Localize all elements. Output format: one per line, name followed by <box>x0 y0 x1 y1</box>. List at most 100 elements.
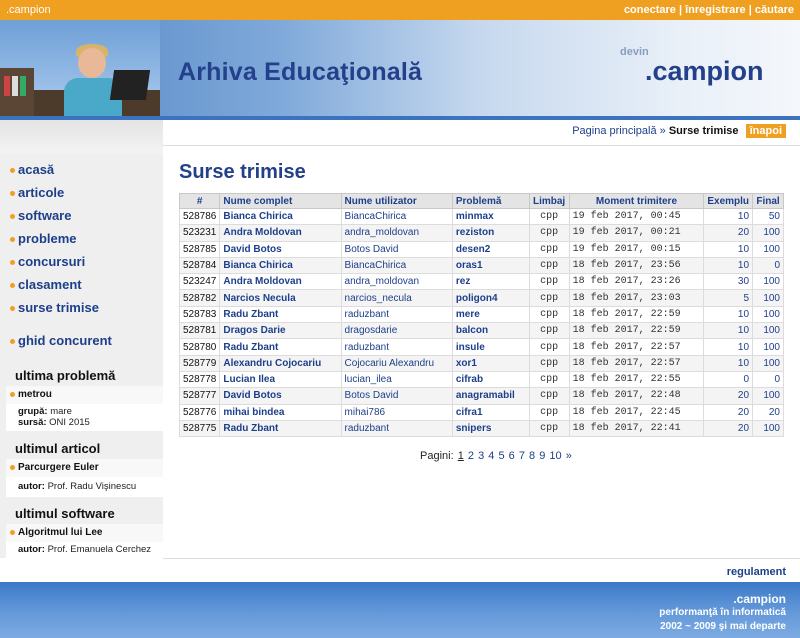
cell-full-name[interactable]: Radu Zbant <box>219 419 342 438</box>
cell-full-name[interactable]: Andra Moldovan <box>219 273 342 291</box>
cell-final-score[interactable]: 100 <box>752 322 784 340</box>
column-header[interactable]: Nume complet <box>219 193 342 209</box>
cell-problem[interactable]: cifrab <box>451 370 530 389</box>
next-page-link[interactable]: » <box>566 450 572 462</box>
cell-final-score[interactable]: 100 <box>752 338 784 356</box>
cell-problem[interactable]: desen2 <box>451 240 530 258</box>
cell-username[interactable]: mihai786 <box>340 403 453 421</box>
page-link[interactable]: 6 <box>509 450 515 462</box>
cell-example-score[interactable]: 20 <box>703 387 754 405</box>
cell-example-score[interactable]: 10 <box>703 305 754 324</box>
cell-problem[interactable]: cifra1 <box>451 403 530 421</box>
cell-final-score[interactable]: 20 <box>752 403 784 421</box>
cell-problem[interactable]: oras1 <box>451 256 530 275</box>
page-link[interactable]: 9 <box>539 450 545 462</box>
cell-full-name[interactable]: David Botos <box>219 387 342 405</box>
cell-example-score[interactable]: 10 <box>703 256 754 275</box>
sidebar-item-0[interactable]: acasă <box>0 159 163 181</box>
cell-username[interactable]: Cojocariu Alexandru <box>340 354 453 372</box>
page-link[interactable]: 2 <box>468 450 474 462</box>
last-problem-box[interactable]: metrou <box>6 386 163 404</box>
cell-full-name[interactable]: Narcios Necula <box>219 289 342 307</box>
cell-full-name[interactable]: Bianca Chirica <box>219 256 342 275</box>
cell-final-score[interactable]: 100 <box>752 289 784 307</box>
cell-username[interactable]: BiancaChirica <box>340 207 453 226</box>
last-article-box[interactable]: Parcurgere Euler <box>6 459 163 477</box>
cell-example-score[interactable]: 0 <box>703 370 754 389</box>
cell-problem[interactable]: rez <box>451 273 530 291</box>
cell-full-name[interactable]: Andra Moldovan <box>219 224 342 242</box>
cell-example-score[interactable]: 10 <box>703 240 754 258</box>
page-link[interactable]: 5 <box>498 450 504 462</box>
cell-problem[interactable]: anagramabil <box>451 387 530 405</box>
site-title[interactable]: Arhiva Educaţională <box>178 58 422 87</box>
cell-problem[interactable]: xor1 <box>451 354 530 372</box>
page-link[interactable]: 4 <box>488 450 494 462</box>
cell-username[interactable]: raduzbant <box>340 305 453 324</box>
cell-username[interactable]: lucian_ilea <box>340 370 453 389</box>
cell-username[interactable]: andra_moldovan <box>340 224 453 242</box>
column-header[interactable]: Moment trimitere <box>568 193 705 209</box>
last-article-name[interactable]: Parcurgere Euler <box>18 462 99 473</box>
cell-final-score[interactable]: 0 <box>752 370 784 389</box>
cell-final-score[interactable]: 100 <box>752 240 784 258</box>
cell-problem[interactable]: mere <box>451 305 530 324</box>
cell-example-score[interactable]: 10 <box>703 207 754 226</box>
cell-example-score[interactable]: 30 <box>703 273 754 291</box>
sidebar-item-1[interactable]: articole <box>0 182 163 204</box>
column-header[interactable]: Nume utilizator <box>340 193 453 209</box>
cell-full-name[interactable]: mihai bindea <box>219 403 342 421</box>
cell-username[interactable]: Botos David <box>340 240 453 258</box>
cell-full-name[interactable]: Radu Zbant <box>219 338 342 356</box>
cell-example-score[interactable]: 10 <box>703 338 754 356</box>
register-link[interactable]: înregistrare <box>685 4 746 16</box>
cell-full-name[interactable]: Radu Zbant <box>219 305 342 324</box>
column-header[interactable]: Exemplu <box>703 193 754 209</box>
cell-username[interactable]: raduzbant <box>340 338 453 356</box>
last-problem-name[interactable]: metrou <box>18 389 52 400</box>
cell-example-score[interactable]: 20 <box>703 419 754 438</box>
cell-full-name[interactable]: Lucian Ilea <box>219 370 342 389</box>
last-software-name[interactable]: Algoritmul lui Lee <box>18 527 102 538</box>
page-link[interactable]: 1 <box>458 450 464 462</box>
cell-example-score[interactable]: 10 <box>703 354 754 372</box>
page-link[interactable]: 10 <box>549 450 561 462</box>
cell-full-name[interactable]: Alexandru Cojocariu <box>219 354 342 372</box>
brand-link[interactable]: .campion <box>6 4 51 16</box>
cell-problem[interactable]: reziston <box>451 224 530 242</box>
page-link[interactable]: 8 <box>529 450 535 462</box>
cell-username[interactable]: narcios_necula <box>340 289 453 307</box>
cell-full-name[interactable]: David Botos <box>219 240 342 258</box>
sidebar-item-6[interactable]: surse trimise <box>0 297 163 319</box>
login-link[interactable]: conectare <box>624 4 676 16</box>
breadcrumb-home[interactable]: Pagina principală <box>572 125 656 137</box>
cell-final-score[interactable]: 0 <box>752 256 784 275</box>
cell-problem[interactable]: minmax <box>451 207 530 226</box>
cell-username[interactable]: dragosdarie <box>340 322 453 340</box>
cell-username[interactable]: BiancaChirica <box>340 256 453 275</box>
column-header[interactable]: Final <box>752 193 784 209</box>
cell-final-score[interactable]: 50 <box>752 207 784 226</box>
regulament-link[interactable]: regulament <box>727 566 786 578</box>
cell-example-score[interactable]: 20 <box>703 403 754 421</box>
cell-username[interactable]: andra_moldovan <box>340 273 453 291</box>
cell-final-score[interactable]: 100 <box>752 419 784 438</box>
column-header[interactable]: # <box>178 193 221 209</box>
back-button[interactable]: înapoi <box>745 124 786 138</box>
cell-problem[interactable]: snipers <box>451 419 530 438</box>
cell-problem[interactable]: insule <box>451 338 530 356</box>
sidebar-item-5[interactable]: clasament <box>0 274 163 296</box>
cell-example-score[interactable]: 20 <box>703 224 754 242</box>
sidebar-item-3[interactable]: probleme <box>0 228 163 250</box>
cell-full-name[interactable]: Dragos Darie <box>219 322 342 340</box>
cell-username[interactable]: Botos David <box>340 387 453 405</box>
column-header[interactable]: Problemă <box>451 193 530 209</box>
sidebar-item-2[interactable]: software <box>0 205 163 227</box>
cell-final-score[interactable]: 100 <box>752 305 784 324</box>
search-link[interactable]: căutare <box>755 4 794 16</box>
cell-final-score[interactable]: 100 <box>752 387 784 405</box>
cell-problem[interactable]: balcon <box>451 322 530 340</box>
sidebar-item-4[interactable]: concursuri <box>0 251 163 273</box>
cell-final-score[interactable]: 100 <box>752 354 784 372</box>
sidebar-item-ghid[interactable]: ghid concurent <box>0 330 163 352</box>
